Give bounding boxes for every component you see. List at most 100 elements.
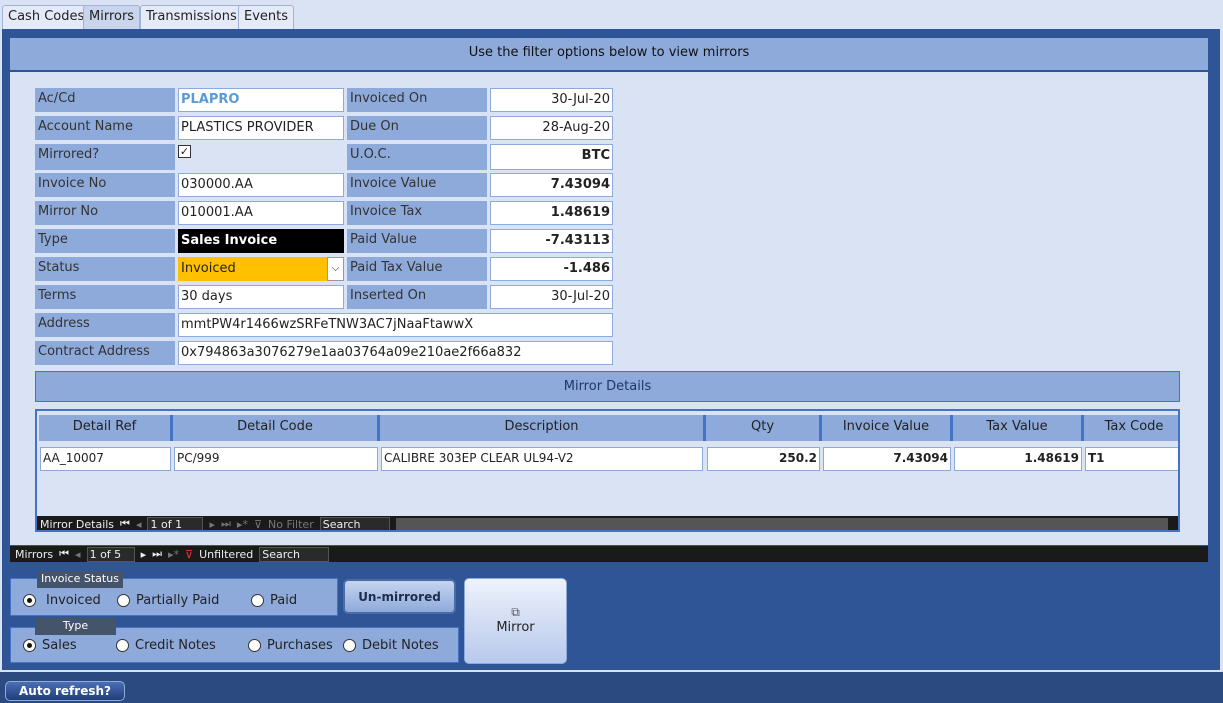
type-caption: Type: [35, 618, 116, 635]
column-header[interactable]: Invoice Value: [822, 415, 953, 441]
invoice-value-field[interactable]: 7.43094: [490, 173, 613, 197]
new-record-icon[interactable]: ▸*: [168, 548, 179, 561]
first-record-icon[interactable]: ⏮: [59, 547, 69, 561]
mirror-button-label: Mirror: [496, 620, 535, 635]
detail-code-cell[interactable]: PC/999: [174, 447, 378, 471]
first-record-icon[interactable]: ⏮: [120, 517, 130, 530]
next-record-icon[interactable]: ▸: [209, 518, 215, 531]
qty-cell[interactable]: 250.2: [707, 447, 820, 471]
column-header[interactable]: Tax Value: [953, 415, 1084, 441]
invoice-no-label: Invoice No: [35, 173, 175, 197]
paid-value-label: Paid Value: [347, 229, 487, 253]
uoc-label: U.O.C.: [347, 144, 487, 170]
inserted-on-field[interactable]: 30-Jul-20: [490, 285, 613, 309]
last-record-icon[interactable]: ⏭: [221, 517, 231, 530]
radio-purchases[interactable]: Purchases: [248, 638, 333, 653]
column-header[interactable]: Description: [380, 415, 706, 441]
radio-credit-notes[interactable]: Credit Notes: [116, 638, 216, 653]
terms-field[interactable]: 30 days: [178, 285, 344, 309]
radio-icon: [343, 639, 356, 652]
radio-debit-notes[interactable]: Debit Notes: [343, 638, 439, 653]
navigator-label: Mirror Details: [40, 517, 115, 531]
paid-tax-value-label: Paid Tax Value: [347, 257, 487, 281]
radio-paid[interactable]: Paid: [251, 593, 297, 608]
ac-cd-field[interactable]: PLAPRO: [178, 88, 344, 112]
detail-ref-cell[interactable]: AA_10007: [40, 447, 171, 471]
type-field[interactable]: Sales Invoice: [178, 229, 344, 253]
prev-record-icon[interactable]: ◂: [75, 548, 81, 561]
invoice-value-cell[interactable]: 7.43094: [823, 447, 951, 471]
search-input[interactable]: Search: [319, 516, 390, 530]
filter-header: Use the filter options below to view mir…: [10, 38, 1208, 70]
invoiced-on-field[interactable]: 30-Jul-20: [490, 88, 613, 112]
radio-sales[interactable]: Sales: [23, 638, 77, 653]
invoice-tax-field[interactable]: 1.48619: [490, 201, 613, 225]
navigator-label: Mirrors: [15, 547, 54, 561]
mirror-no-field[interactable]: 010001.AA: [178, 201, 344, 225]
tax-value-cell[interactable]: 1.48619: [954, 447, 1082, 471]
mirror-button[interactable]: ⧉ Mirror: [464, 578, 567, 664]
radio-icon: [117, 594, 130, 607]
mirror-icon: ⧉: [511, 605, 520, 619]
filter-icon[interactable]: ⊽: [185, 548, 193, 561]
mirrors-record-navigator: Mirrors ⏮ ◂ 1 of 5 ▸ ⏭ ▸* ⊽ Unfiltered Searc…: [10, 546, 1208, 562]
address-label: Address: [35, 313, 175, 337]
radio-icon: [23, 639, 36, 652]
ac-cd-label: Ac/Cd: [35, 88, 175, 112]
tab-transmissions[interactable]: Transmissions: [140, 5, 243, 29]
mirrored-label: Mirrored?: [35, 144, 175, 170]
tab-events[interactable]: Events: [238, 5, 295, 29]
due-on-field[interactable]: 28-Aug-20: [490, 116, 613, 140]
next-record-icon[interactable]: ▸: [141, 548, 147, 561]
type-label: Type: [35, 229, 175, 253]
tab-mirrors[interactable]: Mirrors: [83, 5, 141, 29]
column-header[interactable]: Detail Code: [173, 415, 380, 441]
radio-icon: [116, 639, 129, 652]
prev-record-icon[interactable]: ◂: [136, 518, 142, 531]
invoice-value-label: Invoice Value: [347, 173, 487, 197]
chevron-down-icon[interactable]: ⌵: [327, 257, 344, 281]
contract-address-field[interactable]: 0x794863a3076279e1aa03764a09e210ae2f66a8…: [178, 341, 613, 365]
column-header[interactable]: Detail Ref: [39, 415, 173, 441]
no-filter-button[interactable]: ⊽: [254, 518, 262, 531]
description-cell[interactable]: CALIBRE 303EP CLEAR UL94-V2: [381, 447, 703, 471]
search-input[interactable]: Search: [259, 546, 330, 562]
mirror-details-title: Mirror Details: [35, 371, 1180, 402]
invoice-tax-label: Invoice Tax: [347, 201, 487, 225]
invoiced-on-label: Invoiced On: [347, 88, 487, 112]
uoc-field[interactable]: BTC: [490, 144, 613, 170]
status-select[interactable]: Invoiced: [178, 257, 328, 281]
inserted-on-label: Inserted On: [347, 285, 487, 309]
invoice-status-caption: Invoice Status: [37, 571, 123, 588]
paid-tax-value-field[interactable]: -1.486: [490, 257, 613, 281]
horizontal-scrollbar[interactable]: [395, 518, 1168, 530]
auto-refresh-button[interactable]: Auto refresh?: [5, 681, 125, 701]
mirrored-checkbox[interactable]: ✓: [178, 145, 191, 158]
column-header[interactable]: Qty: [706, 415, 822, 441]
record-number-input[interactable]: 1 of 1: [147, 516, 204, 530]
mirror-no-label: Mirror No: [35, 201, 175, 225]
details-record-navigator: Mirror Details ⏮ ◂ 1 of 1 ▸ ⏭ ▸* ⊽ No Filte…: [37, 516, 1178, 531]
column-header[interactable]: Tax Code: [1084, 415, 1178, 441]
radio-partially-paid[interactable]: Partially Paid: [117, 593, 219, 608]
contract-address-label: Contract Address: [35, 341, 175, 365]
filter-status[interactable]: Unfiltered: [199, 548, 253, 561]
record-number-input[interactable]: 1 of 5: [86, 546, 135, 562]
account-name-field[interactable]: PLASTICS PROVIDER: [178, 116, 344, 140]
radio-icon: [23, 594, 36, 607]
radio-icon: [248, 639, 261, 652]
tax-code-cell[interactable]: T1: [1085, 447, 1178, 471]
tab-cash-codes[interactable]: Cash Codes: [2, 5, 91, 29]
filter-status[interactable]: No Filter: [268, 518, 314, 531]
radio-invoiced[interactable]: Invoiced: [23, 593, 101, 608]
paid-value-field[interactable]: -7.43113: [490, 229, 613, 253]
account-name-label: Account Name: [35, 116, 175, 140]
radio-icon: [251, 594, 264, 607]
last-record-icon[interactable]: ⏭: [152, 547, 162, 561]
footer-bar: [0, 672, 1223, 703]
invoice-no-field[interactable]: 030000.AA: [178, 173, 344, 197]
mirror-details-subform: Detail Ref Detail Code Description Qty I…: [35, 409, 1180, 532]
address-field[interactable]: mmtPW4r1466wzSRFeTNW3AC7jNaaFtawwX: [178, 313, 613, 337]
unmirrored-button[interactable]: Un-mirrored: [343, 579, 456, 614]
new-record-icon[interactable]: ▸*: [237, 518, 248, 531]
